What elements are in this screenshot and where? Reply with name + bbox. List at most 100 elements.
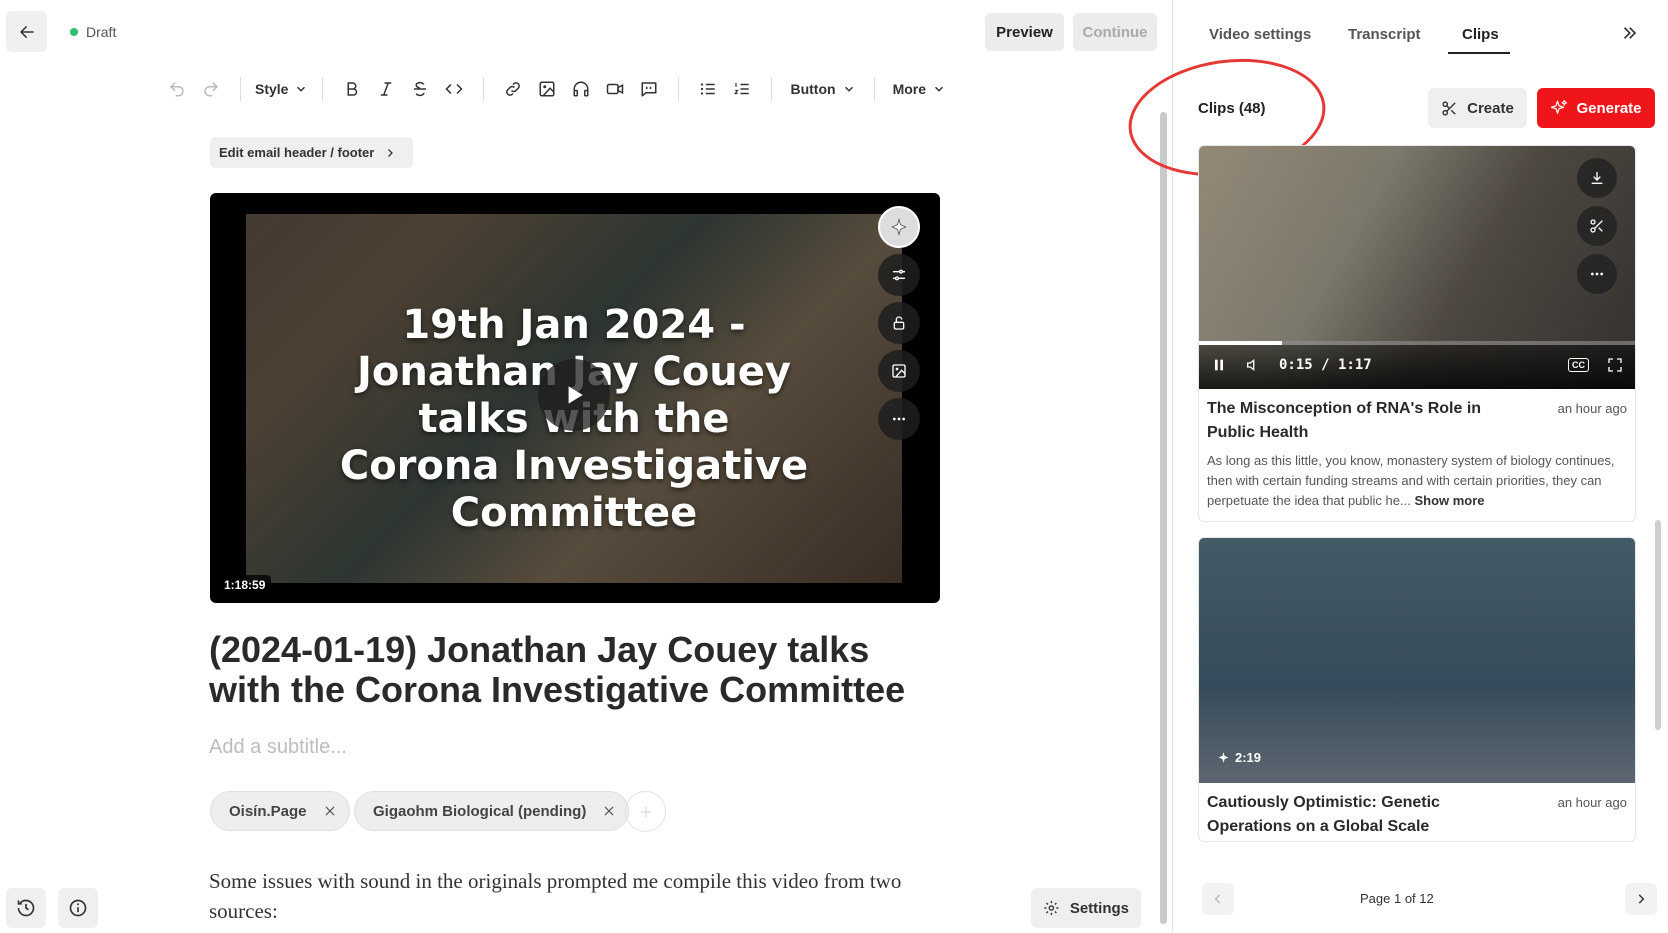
tag-chip[interactable]: Gigaohm Biological (pending) — [354, 791, 630, 831]
preview-button[interactable]: Preview — [985, 13, 1064, 51]
clip-controls: 0:15 / 1:17 CC — [1199, 341, 1635, 389]
clip-timestamp: an hour ago — [1557, 795, 1627, 810]
more-horizontal-icon — [1591, 272, 1603, 276]
code-button[interactable] — [437, 72, 471, 106]
previous-page-button[interactable] — [1202, 883, 1234, 915]
comment-quote-icon — [641, 82, 657, 97]
draft-status: Draft — [70, 24, 116, 40]
history-button[interactable] — [6, 888, 46, 928]
redo-button[interactable] — [194, 72, 228, 106]
clip-details: The Misconception of RNA's Role in Publi… — [1199, 389, 1635, 521]
play-button[interactable] — [538, 359, 610, 431]
tab-transcript[interactable]: Transcript — [1348, 26, 1421, 43]
bullet-list-button[interactable] — [691, 72, 725, 106]
numbered-list-icon — [734, 83, 750, 95]
link-icon — [506, 82, 521, 96]
sparkle-icon — [1218, 752, 1229, 763]
captions-icon[interactable]: CC — [1568, 358, 1589, 372]
link-button[interactable] — [496, 72, 530, 106]
generate-clips-button[interactable]: Generate — [1537, 88, 1655, 128]
chevron-down-icon — [935, 86, 944, 92]
volume-icon[interactable] — [1245, 357, 1261, 373]
video-lock-button[interactable] — [878, 302, 920, 344]
settings-button[interactable]: Settings — [1031, 888, 1141, 928]
collapse-panel-button[interactable] — [1620, 24, 1638, 42]
clip-details: Cautiously Optimistic: Genetic Operation… — [1199, 783, 1635, 841]
back-button[interactable] — [6, 11, 47, 52]
chevron-down-icon — [297, 86, 306, 92]
undo-button[interactable] — [160, 72, 194, 106]
clip-more-button[interactable] — [1577, 254, 1617, 294]
fullscreen-icon[interactable] — [1607, 357, 1623, 373]
video-thumbnail-button[interactable] — [878, 350, 920, 392]
status-label: Draft — [86, 24, 117, 40]
info-icon — [69, 899, 87, 917]
create-clip-button[interactable]: Create — [1428, 88, 1527, 128]
style-label: Style — [255, 81, 289, 97]
create-label: Create — [1467, 99, 1514, 117]
chevron-left-icon — [1214, 894, 1221, 904]
post-title[interactable]: (2024-01-19) Jonathan Jay Couey talks wi… — [209, 630, 949, 710]
strikethrough-button[interactable] — [403, 72, 437, 106]
download-clip-button[interactable] — [1577, 158, 1617, 198]
italic-button[interactable] — [369, 72, 403, 106]
video-duration: 1:18:59 — [218, 575, 272, 595]
continue-button[interactable]: Continue — [1073, 13, 1157, 51]
info-button[interactable] — [58, 888, 98, 928]
download-icon — [1591, 172, 1603, 184]
clip-video-player[interactable]: 0:15 / 1:17 CC — [1199, 146, 1635, 389]
editor-scrollbar[interactable] — [1160, 112, 1167, 924]
clip-duration-label: 2:19 — [1235, 750, 1262, 765]
clip-title: The Misconception of RNA's Role in Publi… — [1207, 400, 1482, 441]
play-icon — [568, 386, 583, 404]
close-icon[interactable] — [323, 804, 337, 818]
code-icon — [445, 83, 464, 95]
video-button[interactable] — [598, 72, 632, 106]
video-adjust-button[interactable] — [878, 254, 920, 296]
add-tag-button[interactable] — [625, 791, 666, 832]
sparkle-icon — [891, 218, 907, 236]
audio-button[interactable] — [564, 72, 598, 106]
clip-timestamp: an hour ago — [1557, 401, 1627, 416]
more-horizontal-icon — [893, 417, 905, 421]
clip-title: Cautiously Optimistic: Genetic Operation… — [1207, 794, 1440, 835]
clip-progress-bar[interactable] — [1199, 341, 1635, 345]
settings-label: Settings — [1069, 899, 1129, 917]
tag-chip[interactable]: Oisín.Page — [210, 791, 350, 831]
ai-thumbnail-button[interactable] — [878, 206, 920, 248]
image-icon — [539, 81, 555, 97]
clip-card[interactable]: 2:19 Cautiously Optimistic: Genetic Oper… — [1198, 537, 1636, 842]
generate-label: Generate — [1576, 99, 1642, 117]
show-more-link[interactable]: Show more — [1414, 493, 1484, 508]
button-dropdown-label: Button — [790, 81, 836, 97]
italic-icon — [381, 82, 392, 96]
bold-button[interactable] — [335, 72, 369, 106]
subtitle-input[interactable]: Add a subtitle... — [209, 736, 347, 759]
chevrons-right-icon — [1623, 27, 1637, 39]
close-icon[interactable] — [602, 804, 616, 818]
clip-thumbnail[interactable]: 2:19 — [1199, 538, 1635, 783]
post-body[interactable]: Some issues with sound in the originals … — [209, 866, 919, 926]
clips-scrollbar[interactable] — [1655, 520, 1661, 730]
edit-email-header-button[interactable]: Edit email header / footer — [210, 137, 413, 168]
next-page-button[interactable] — [1625, 883, 1657, 915]
image-button[interactable] — [530, 72, 564, 106]
more-dropdown[interactable]: More — [887, 72, 952, 106]
clip-card[interactable]: 0:15 / 1:17 CC The Misconception of RNA'… — [1198, 145, 1636, 522]
video-more-button[interactable] — [878, 398, 920, 440]
chevron-right-icon — [388, 148, 394, 157]
strikethrough-icon — [414, 81, 427, 97]
status-dot — [70, 28, 78, 36]
trim-clip-button[interactable] — [1577, 206, 1617, 246]
main-video-player[interactable]: 19th Jan 2024 - Jonathan Jay Couey talks… — [210, 193, 940, 603]
tab-clips[interactable]: Clips — [1462, 26, 1499, 43]
quote-button[interactable] — [632, 72, 666, 106]
sparkles-icon — [1551, 99, 1568, 114]
numbered-list-button[interactable] — [725, 72, 759, 106]
button-dropdown[interactable]: Button — [784, 72, 861, 106]
tab-video-settings[interactable]: Video settings — [1209, 26, 1311, 43]
clip-duration: 2:19 — [1217, 750, 1261, 765]
sliders-icon — [893, 269, 905, 281]
style-dropdown[interactable]: Style — [253, 72, 310, 106]
pause-icon[interactable] — [1211, 357, 1227, 373]
